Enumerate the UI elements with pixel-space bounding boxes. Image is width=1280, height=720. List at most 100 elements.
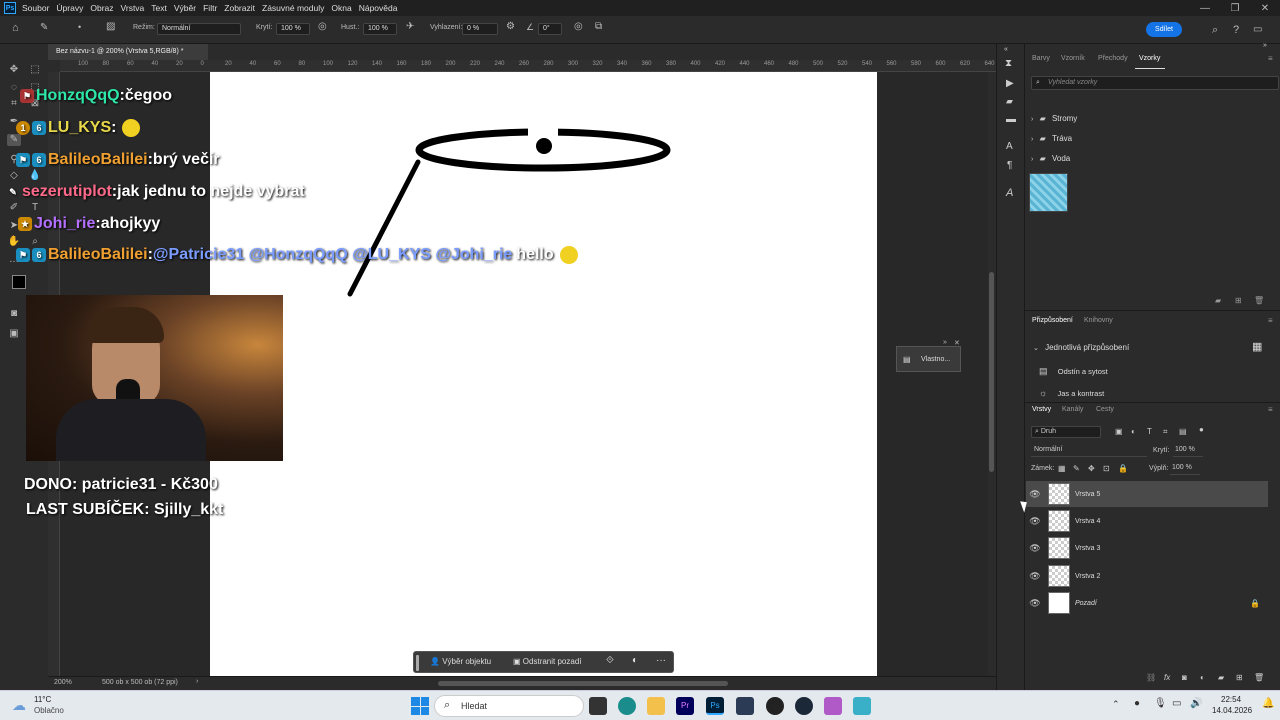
obs-icon[interactable] (766, 697, 784, 715)
filter-toggle-icon[interactable]: ● (1199, 425, 1204, 434)
close-icon[interactable]: ✕ (1250, 0, 1280, 16)
actions-icon[interactable]: ▶ (1006, 78, 1014, 89)
menu-napoveda[interactable]: Nápověda (359, 3, 398, 13)
paragraph-icon[interactable]: ¶ (1007, 160, 1012, 171)
menu-zobrazit[interactable]: Zobrazit (224, 3, 255, 13)
adjustment-icon[interactable]: ◐ (632, 655, 638, 666)
file-explorer-icon[interactable] (647, 697, 665, 715)
pressure-size-icon[interactable]: ◎ (574, 21, 583, 32)
volume-icon[interactable]: 🔊 (1190, 698, 1202, 709)
lock-pixels-icon[interactable]: ✎ (1073, 464, 1080, 473)
search-icon[interactable]: ⌕ (1212, 24, 1218, 37)
lock-artboard-icon[interactable]: ⊡ (1103, 464, 1110, 473)
more-options-icon[interactable]: ··· (656, 655, 666, 666)
flow-input[interactable]: 100 % (363, 23, 397, 35)
panel-menu-icon[interactable]: ≡ (1268, 316, 1273, 325)
new-adjustment-icon[interactable]: ◐ (1200, 673, 1205, 682)
steam-icon[interactable] (795, 697, 813, 715)
network-icon[interactable]: ▭ (1172, 698, 1181, 709)
lock-all-icon[interactable]: 🔒 (1118, 464, 1128, 473)
patterns-search-input[interactable]: ⌕ Vyhledat vzorky (1031, 76, 1279, 90)
tab-vzorky[interactable]: Vzorky (1139, 55, 1160, 62)
tab-vrstvy[interactable]: Vrstvy (1032, 406, 1051, 413)
delete-icon[interactable]: 🗑 (1254, 296, 1264, 305)
tab-prizpusobeni[interactable]: Přizpůsobení (1032, 317, 1073, 324)
workspace-icon[interactable]: ▭ (1253, 24, 1262, 35)
notifications-icon[interactable]: 🔔 (1262, 698, 1274, 709)
grid-view-icon[interactable]: ▦ (1252, 340, 1262, 353)
layer-filter-select[interactable]: ⌕ Druh (1031, 426, 1101, 438)
filter-adjustment-icon[interactable]: ◐ (1131, 427, 1136, 436)
fx-icon[interactable]: fx (1164, 673, 1170, 682)
symmetry-icon[interactable]: ⧉ (595, 21, 602, 32)
zoom-level[interactable]: 200% (54, 679, 72, 686)
layer-row[interactable]: 👁 Vrstva 2 (1026, 563, 1268, 589)
layer-row[interactable]: 👁 Vrstva 5 (1026, 481, 1268, 507)
eye-icon[interactable]: 👁 (1026, 516, 1044, 527)
blend-mode-select[interactable]: Normální (1031, 445, 1147, 457)
minimize-icon[interactable]: — (1190, 0, 1220, 16)
microphone-icon[interactable]: 🎙 (1154, 698, 1167, 709)
lock-transparent-icon[interactable]: ▦ (1058, 464, 1066, 473)
adjustment-brightness-contrast[interactable]: ☼ Jas a kontrast (1039, 388, 1104, 398)
app-icon[interactable] (736, 697, 754, 715)
menu-text[interactable]: Text (151, 3, 167, 13)
menu-soubor[interactable]: Soubor (22, 3, 49, 13)
pattern-group-voda[interactable]: › ▰ Voda (1031, 154, 1151, 168)
close-icon[interactable]: ✕ (954, 339, 960, 347)
link-layers-icon[interactable]: ⛓ (1146, 673, 1156, 682)
collapse-panels-icon[interactable]: « (1004, 46, 1008, 53)
tab-kanaly[interactable]: Kanály (1062, 406, 1083, 413)
taskbar-search-input[interactable]: ⌕ Hledat (434, 695, 584, 717)
vertical-scrollbar[interactable] (988, 72, 996, 676)
lock-position-icon[interactable]: ✥ (1088, 464, 1095, 473)
drag-handle-icon[interactable] (416, 655, 419, 671)
comments-icon[interactable]: ▬ (1006, 114, 1016, 125)
new-group-icon[interactable]: ▰ (1218, 673, 1224, 682)
opacity-input[interactable]: 100 % (276, 23, 310, 35)
layer-opacity-input[interactable]: 100 % (1173, 445, 1203, 457)
eye-icon[interactable]: 👁 (1026, 598, 1044, 609)
brush-preset-icon[interactable]: • (78, 22, 81, 32)
filter-smart-object-icon[interactable]: ▤ (1179, 427, 1187, 436)
plugins-icon[interactable]: ▰ (1006, 96, 1013, 107)
panel-menu-icon[interactable]: ≡ (1268, 405, 1273, 414)
pattern-group-trava[interactable]: › ▰ Tráva (1031, 134, 1151, 148)
menu-upravy[interactable]: Úpravy (56, 3, 83, 13)
task-view-icon[interactable] (589, 697, 607, 715)
tray-icon[interactable]: ● (1134, 698, 1140, 709)
menu-vrstva[interactable]: Vrstva (121, 3, 145, 13)
start-icon[interactable] (411, 697, 429, 715)
tab-cesty[interactable]: Cesty (1096, 406, 1114, 413)
home-icon[interactable]: ⌂ (12, 22, 19, 34)
layer-row[interactable]: 👁 Vrstva 4 (1026, 508, 1268, 534)
tab-knihovny[interactable]: Knihovny (1084, 317, 1113, 324)
collapse-icon[interactable]: » (943, 339, 947, 346)
history-icon[interactable]: ⧗ (1005, 58, 1012, 69)
app-icon[interactable] (824, 697, 842, 715)
clock-time[interactable]: 22:54 (1221, 695, 1241, 704)
maximize-icon[interactable]: ❐ (1220, 0, 1250, 16)
select-subject-button[interactable]: 👤 Výběr objektu (430, 657, 491, 666)
eye-icon[interactable]: 👁 (1026, 543, 1044, 554)
layer-row[interactable]: 👁 Pozadí 🔒 (1026, 590, 1268, 616)
tab-barvy[interactable]: Barvy (1032, 55, 1050, 62)
new-group-icon[interactable]: ▰ (1215, 296, 1221, 305)
notepad-icon[interactable] (853, 697, 871, 715)
photoshop-logo-icon[interactable]: Ps (4, 2, 16, 14)
layer-row[interactable]: 👁 Vrstva 3 (1026, 535, 1268, 561)
remove-background-button[interactable]: ▣ Odstranit pozadí (513, 657, 582, 666)
filter-pixel-icon[interactable]: ▣ (1115, 427, 1123, 436)
new-layer-icon[interactable]: ⊞ (1236, 673, 1243, 682)
collapse-panel-icon[interactable]: » (1263, 42, 1267, 49)
menu-filtr[interactable]: Filtr (203, 3, 217, 13)
menu-okna[interactable]: Okna (331, 3, 351, 13)
share-button[interactable]: Sdílet (1146, 22, 1182, 37)
fill-input[interactable]: 100 % (1170, 463, 1200, 475)
single-adjustments-header[interactable]: ⌄ Jednotlivá přizpůsobení (1033, 343, 1129, 352)
add-mask-icon[interactable]: ◙ (1182, 673, 1187, 682)
clock-date[interactable]: 14.04.2026 (1212, 706, 1252, 715)
airbrush-icon[interactable]: ✈ (406, 21, 414, 32)
angle-input[interactable]: 0° (538, 23, 562, 35)
chevron-up-icon[interactable]: ⌃ (1112, 699, 1120, 710)
